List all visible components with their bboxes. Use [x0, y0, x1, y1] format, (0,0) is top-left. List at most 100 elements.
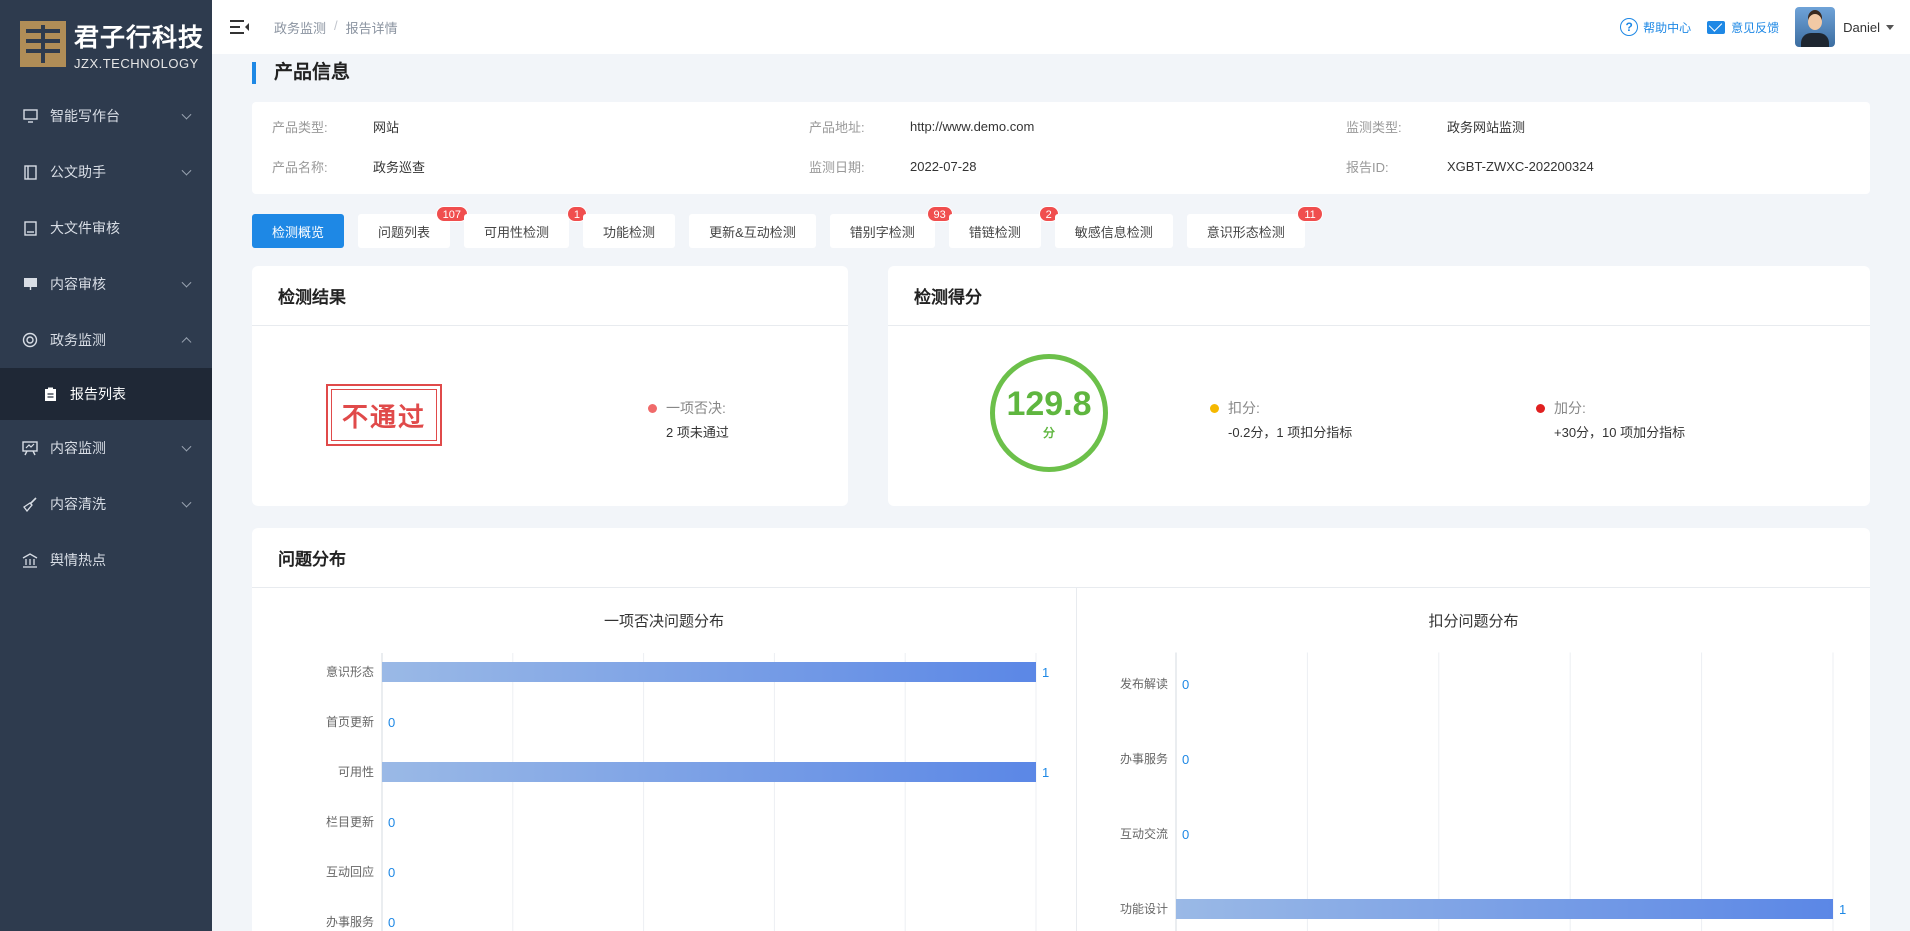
score-unit: 分	[1042, 425, 1055, 440]
bar-value-label: 1	[1042, 765, 1049, 780]
chevron-down-icon	[181, 497, 192, 508]
tab-label: 错别字检测	[849, 224, 915, 240]
bar[interactable]	[1176, 899, 1833, 919]
bonus-legend: 加分: +30分，10 项加分指标	[1536, 398, 1685, 441]
info-product-url: 产品地址: http://www.demo.com	[809, 114, 1346, 138]
notebook-icon	[22, 164, 38, 180]
bar[interactable]	[382, 662, 1036, 682]
tab-overview[interactable]: 检测概览	[252, 214, 345, 248]
product-section-title: 产品信息	[252, 62, 1870, 84]
breadcrumb-item[interactable]: 政务监测	[274, 18, 326, 37]
info-value: 2022-07-28	[910, 158, 977, 174]
menu-toggle-icon[interactable]	[230, 20, 249, 34]
tab-label: 敏感信息检测	[1074, 224, 1153, 240]
sidebar-item-gov-monitor[interactable]: 政务监测	[0, 312, 212, 368]
tab-broken-link[interactable]: 错链检测 2	[948, 206, 1059, 248]
username[interactable]: Daniel	[1843, 20, 1880, 35]
score-ring: 129.8 分	[990, 354, 1108, 472]
brand-name: 君子行科技	[74, 23, 205, 52]
bar-value-label: 0	[388, 865, 395, 880]
tab-label: 更新&互动检测	[709, 224, 796, 240]
tab-issue-list[interactable]: 问题列表 107	[358, 206, 469, 248]
bar-value-label: 0	[1182, 827, 1189, 842]
tab-availability[interactable]: 可用性检测 1	[464, 206, 588, 248]
sidebar-item-content-cleaning[interactable]: 内容清洗	[0, 476, 212, 532]
bonus-desc: +30分，10 项加分指标	[1554, 425, 1686, 440]
tab-function[interactable]: 功能检测	[583, 214, 676, 248]
info-label: 产品类型:	[272, 119, 328, 135]
sidebar-item-content-review[interactable]: 内容审核	[0, 256, 212, 312]
sidebar-item-label: 报告列表	[70, 386, 126, 402]
category-label: 可用性	[338, 765, 374, 779]
caret-down-icon[interactable]	[1886, 24, 1894, 30]
info-label: 监测日期:	[809, 159, 865, 175]
sidebar-item-document-assistant[interactable]: 公文助手	[0, 144, 212, 200]
bar-value-label: 1	[1839, 902, 1846, 917]
tab-label: 问题列表	[378, 224, 431, 240]
screen-icon	[22, 276, 38, 292]
broom-icon	[22, 496, 38, 512]
chevron-down-icon	[181, 109, 192, 120]
veto-dot-icon	[648, 404, 657, 413]
logo-mark-icon	[20, 21, 66, 67]
stamp-text: 不通过	[331, 389, 437, 441]
score-card: 检测得分 129.8 分 扣分: -0.2分，1 项扣分指标 加分: +30分，…	[888, 266, 1870, 506]
tab-sensitive-info[interactable]: 敏感信息检测	[1054, 214, 1173, 248]
result-card: 检测结果 不通过 一项否决: 2 项未通过	[252, 266, 848, 506]
file-icon	[22, 220, 38, 236]
bonus-title: 加分:	[1554, 400, 1586, 416]
info-value: 政务网站监测	[1447, 119, 1526, 135]
sidebar-item-hot-topics[interactable]: 舆情热点	[0, 532, 212, 588]
sidebar-item-report-list[interactable]: 报告列表	[0, 368, 212, 420]
help-icon: ?	[1620, 18, 1639, 36]
clipboard-icon	[42, 386, 58, 402]
veto-legend: 一项否决: 2 项未通过	[648, 398, 729, 441]
count-badge: 11	[1297, 206, 1323, 222]
info-label: 产品名称:	[272, 159, 328, 175]
info-label: 产品地址:	[809, 119, 865, 135]
info-label: 监测类型:	[1346, 119, 1402, 135]
tab-update-interaction[interactable]: 更新&互动检测	[689, 214, 816, 248]
sidebar-item-content-monitor[interactable]: 内容监测	[0, 420, 212, 476]
breadcrumb-separator: /	[334, 17, 338, 33]
sidebar-item-label: 内容清洗	[50, 496, 106, 512]
sidebar-item-large-file-review[interactable]: 大文件审核	[0, 200, 212, 256]
veto-desc: 2 项未通过	[666, 425, 729, 440]
bonus-dot-icon	[1536, 404, 1545, 413]
sidebar-item-label: 内容审核	[50, 276, 106, 292]
deduct-title: 扣分:	[1228, 400, 1260, 416]
presentation-icon	[22, 440, 38, 456]
deduct-legend: 扣分: -0.2分，1 项扣分指标	[1210, 398, 1352, 441]
brand-logo[interactable]: 君子行科技 JZX.TECHNOLOGY	[0, 0, 212, 88]
deduct-distribution-chart: 发布解读 0 办事服务 0 互动交流 0 功能设计 1	[1120, 652, 1846, 931]
deduct-dot-icon	[1210, 404, 1219, 413]
sidebar-item-label: 公文助手	[50, 164, 106, 180]
main-content: 产品信息 产品类型: 网站 产品地址: http://www.demo.com 监测…	[252, 54, 1870, 931]
sidebar-item-writing[interactable]: 智能写作台	[0, 88, 212, 144]
bar[interactable]	[382, 762, 1036, 782]
bar-value-label: 1	[1042, 665, 1049, 680]
feedback-link[interactable]: 意见反馈	[1707, 19, 1779, 36]
distribution-card: 问题分布 一项否决问题分布 扣分问题分布 意识形态 1 首页更新 0 可用性 1 栏目更新 0…	[252, 528, 1870, 931]
chevron-up-icon	[181, 337, 192, 348]
score-value: 129.8	[1006, 384, 1092, 423]
veto-distribution-chart: 意识形态 1 首页更新 0 可用性 1 栏目更新 0 互动回应 0 办事服务 0	[326, 653, 1049, 931]
distribution-title: 问题分布	[252, 528, 1870, 588]
help-center-link[interactable]: ? 帮助中心	[1620, 18, 1691, 36]
info-label: 报告ID:	[1346, 159, 1389, 175]
breadcrumb-current: 报告详情	[345, 20, 398, 36]
category-label: 互动交流	[1120, 826, 1168, 841]
sidebar: 君子行科技 JZX.TECHNOLOGY 智能写作台 公文助手 大文件审核 内容…	[0, 0, 212, 931]
tab-typo[interactable]: 错别字检测 93	[829, 206, 953, 248]
info-monitor-date: 监测日期: 2022-07-28	[809, 154, 1346, 178]
info-product-name: 产品名称: 政务巡查	[272, 154, 809, 178]
tab-ideology[interactable]: 意识形态检测 11	[1186, 206, 1323, 248]
brand-name-en: JZX.TECHNOLOGY	[74, 55, 199, 71]
category-label: 首页更新	[326, 714, 374, 729]
category-label: 意识形态	[326, 664, 374, 679]
info-product-type: 产品类型: 网站	[272, 114, 809, 138]
category-label: 办事服务	[1120, 751, 1168, 766]
breadcrumb: 政务监测 / 报告详情	[274, 18, 398, 37]
avatar[interactable]	[1795, 7, 1836, 47]
category-label: 栏目更新	[326, 814, 374, 829]
